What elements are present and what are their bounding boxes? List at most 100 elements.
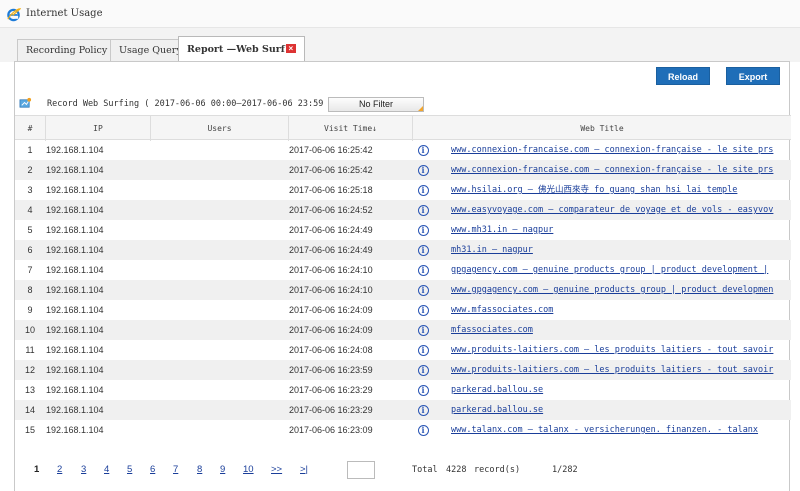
- close-icon[interactable]: ×: [285, 44, 296, 53]
- page-link-9[interactable]: 9: [220, 464, 225, 475]
- web-title-link[interactable]: parkerad.ballou.se: [451, 405, 543, 415]
- row-ip: 192.168.1.104: [46, 345, 104, 355]
- info-icon[interactable]: i: [417, 405, 429, 417]
- row-number: 9: [27, 305, 33, 315]
- web-title-link[interactable]: www.produits-laitiers.com — les produits…: [451, 365, 773, 375]
- row-info: i: [413, 260, 433, 280]
- filter-dropdown[interactable]: No Filter: [328, 97, 424, 112]
- page-link-6[interactable]: 6: [150, 464, 155, 475]
- web-title-link[interactable]: parkerad.ballou.se: [451, 385, 543, 395]
- reload-button[interactable]: Reload: [656, 67, 710, 85]
- row-user: [151, 360, 287, 380]
- table-row[interactable]: 8 192.168.1.104 2017-06-06 16:24:10 i www.gp…: [15, 280, 791, 300]
- row-user: [151, 180, 287, 200]
- row-visit-time: 2017-06-06 16:25:42: [289, 165, 373, 175]
- row-web-title: www.mh31.in — nagpur: [451, 220, 781, 240]
- table-row[interactable]: 9 192.168.1.104 2017-06-06 16:24:09 i www.mf…: [15, 300, 791, 320]
- info-icon[interactable]: i: [417, 285, 429, 297]
- table-row[interactable]: 7 192.168.1.104 2017-06-06 16:24:10 i gpgage…: [15, 260, 791, 280]
- header-users[interactable]: Users: [151, 116, 289, 141]
- table-row[interactable]: 1 192.168.1.104 2017-06-06 16:25:42 i www.co…: [15, 140, 791, 160]
- info-icon[interactable]: i: [417, 225, 429, 237]
- web-title-link[interactable]: www.hsilai.org — 佛光山西來寺 fo guang shan hs…: [451, 185, 737, 195]
- info-icon[interactable]: i: [417, 205, 429, 217]
- info-icon[interactable]: i: [417, 385, 429, 397]
- next-pages-link[interactable]: >>: [271, 464, 282, 475]
- tab-label: Report —Web Surf: [187, 44, 285, 55]
- row-visit-time: 2017-06-06 16:24:09: [289, 305, 373, 315]
- page-link-2[interactable]: 2: [57, 464, 62, 475]
- header-visit-time[interactable]: Visit Time↓: [289, 116, 413, 141]
- table-row[interactable]: 12 192.168.1.104 2017-06-06 16:23:59 i www.p…: [15, 360, 791, 380]
- web-title-link[interactable]: www.talanx.com — talanx - versicherungen…: [451, 425, 758, 435]
- row-web-title: parkerad.ballou.se: [451, 380, 781, 400]
- page-number-input[interactable]: [347, 461, 375, 479]
- row-visit-time: 2017-06-06 16:24:10: [289, 265, 373, 275]
- page-link-10[interactable]: 10: [243, 464, 254, 475]
- web-title-link[interactable]: gpgagency.com — genuine products group |…: [451, 265, 768, 275]
- info-icon[interactable]: i: [417, 425, 429, 437]
- web-title-link[interactable]: mh31.in — nagpur: [451, 245, 533, 255]
- web-title-link[interactable]: www.mh31.in — nagpur: [451, 225, 553, 235]
- info-icon[interactable]: i: [417, 185, 429, 197]
- row-number: 4: [27, 205, 33, 215]
- row-ip: 192.168.1.104: [46, 285, 104, 295]
- row-ip: 192.168.1.104: [46, 325, 104, 335]
- record-icon: [19, 97, 32, 108]
- export-button[interactable]: Export: [726, 67, 780, 85]
- table-row[interactable]: 10 192.168.1.104 2017-06-06 16:24:09 i mfass…: [15, 320, 791, 340]
- web-title-link[interactable]: www.easyvoyage.com — comparateur de voya…: [451, 205, 773, 215]
- record-range-text: Record Web Surfing ( 2017-06-06 00:00—20…: [47, 99, 334, 109]
- row-info: i: [413, 360, 433, 380]
- table-row[interactable]: 3 192.168.1.104 2017-06-06 16:25:18 i www.hs…: [15, 180, 791, 200]
- table-row[interactable]: 13 192.168.1.104 2017-06-06 16:23:29 i parke…: [15, 380, 791, 400]
- info-icon[interactable]: i: [417, 325, 429, 337]
- header-num: #: [15, 116, 46, 141]
- row-info: i: [413, 140, 433, 160]
- header-ip[interactable]: IP: [46, 116, 151, 141]
- row-ip: 192.168.1.104: [46, 245, 104, 255]
- page-link-7[interactable]: 7: [173, 464, 178, 475]
- info-icon[interactable]: i: [417, 245, 429, 257]
- web-title-link[interactable]: www.produits-laitiers.com — les produits…: [451, 345, 773, 355]
- info-icon[interactable]: i: [417, 165, 429, 177]
- tab-report-web-surf[interactable]: Report —Web Surf ×: [178, 36, 305, 63]
- table-row[interactable]: 5 192.168.1.104 2017-06-06 16:24:49 i www.mh…: [15, 220, 791, 240]
- web-title-link[interactable]: www.connexion-francaise.com — connexion-…: [451, 145, 773, 155]
- info-icon[interactable]: i: [417, 145, 429, 157]
- page-link-8[interactable]: 8: [197, 464, 202, 475]
- page-link-3[interactable]: 3: [81, 464, 86, 475]
- row-number: 11: [25, 345, 35, 355]
- info-icon[interactable]: i: [417, 305, 429, 317]
- page-link-1[interactable]: 1: [34, 464, 39, 475]
- tab-recording-policy[interactable]: Recording Policy: [17, 39, 117, 61]
- web-title-link[interactable]: www.mfassociates.com: [451, 305, 553, 315]
- web-title-link[interactable]: mfassociates.com: [451, 325, 533, 335]
- record-info-bar: Record Web Surfing ( 2017-06-06 00:00—20…: [15, 95, 791, 113]
- row-visit-time: 2017-06-06 16:24:49: [289, 245, 373, 255]
- table-row[interactable]: 11 192.168.1.104 2017-06-06 16:24:08 i www.p…: [15, 340, 791, 360]
- row-number: 2: [27, 165, 33, 175]
- table-row[interactable]: 6 192.168.1.104 2017-06-06 16:24:49 i mh31.i…: [15, 240, 791, 260]
- row-number: 12: [24, 365, 35, 375]
- table-row[interactable]: 4 192.168.1.104 2017-06-06 16:24:52 i www.ea…: [15, 200, 791, 220]
- web-title-link[interactable]: www.connexion-francaise.com — connexion-…: [451, 165, 773, 175]
- row-web-title: gpgagency.com — genuine products group |…: [451, 260, 781, 280]
- last-page-link[interactable]: >|: [300, 464, 308, 475]
- info-icon[interactable]: i: [417, 365, 429, 377]
- header-web-title[interactable]: Web Title: [413, 116, 791, 141]
- table-row[interactable]: 15 192.168.1.104 2017-06-06 16:23:09 i www.t…: [15, 420, 791, 440]
- page-link-5[interactable]: 5: [127, 464, 132, 475]
- table-row[interactable]: 14 192.168.1.104 2017-06-06 16:23:29 i parke…: [15, 400, 791, 420]
- row-info: i: [413, 300, 433, 320]
- info-icon[interactable]: i: [417, 265, 429, 277]
- row-user: [151, 400, 287, 420]
- table-header: # IP Users Visit Time↓ Web Title: [15, 115, 791, 141]
- row-web-title: parkerad.ballou.se: [451, 400, 781, 420]
- table-row[interactable]: 2 192.168.1.104 2017-06-06 16:25:42 i www.co…: [15, 160, 791, 180]
- page-link-4[interactable]: 4: [104, 464, 109, 475]
- total-label: Total: [412, 465, 438, 475]
- web-title-link[interactable]: www.gpgagency.com — genuine products gro…: [451, 285, 773, 295]
- info-icon[interactable]: i: [417, 345, 429, 357]
- row-info: i: [413, 220, 433, 240]
